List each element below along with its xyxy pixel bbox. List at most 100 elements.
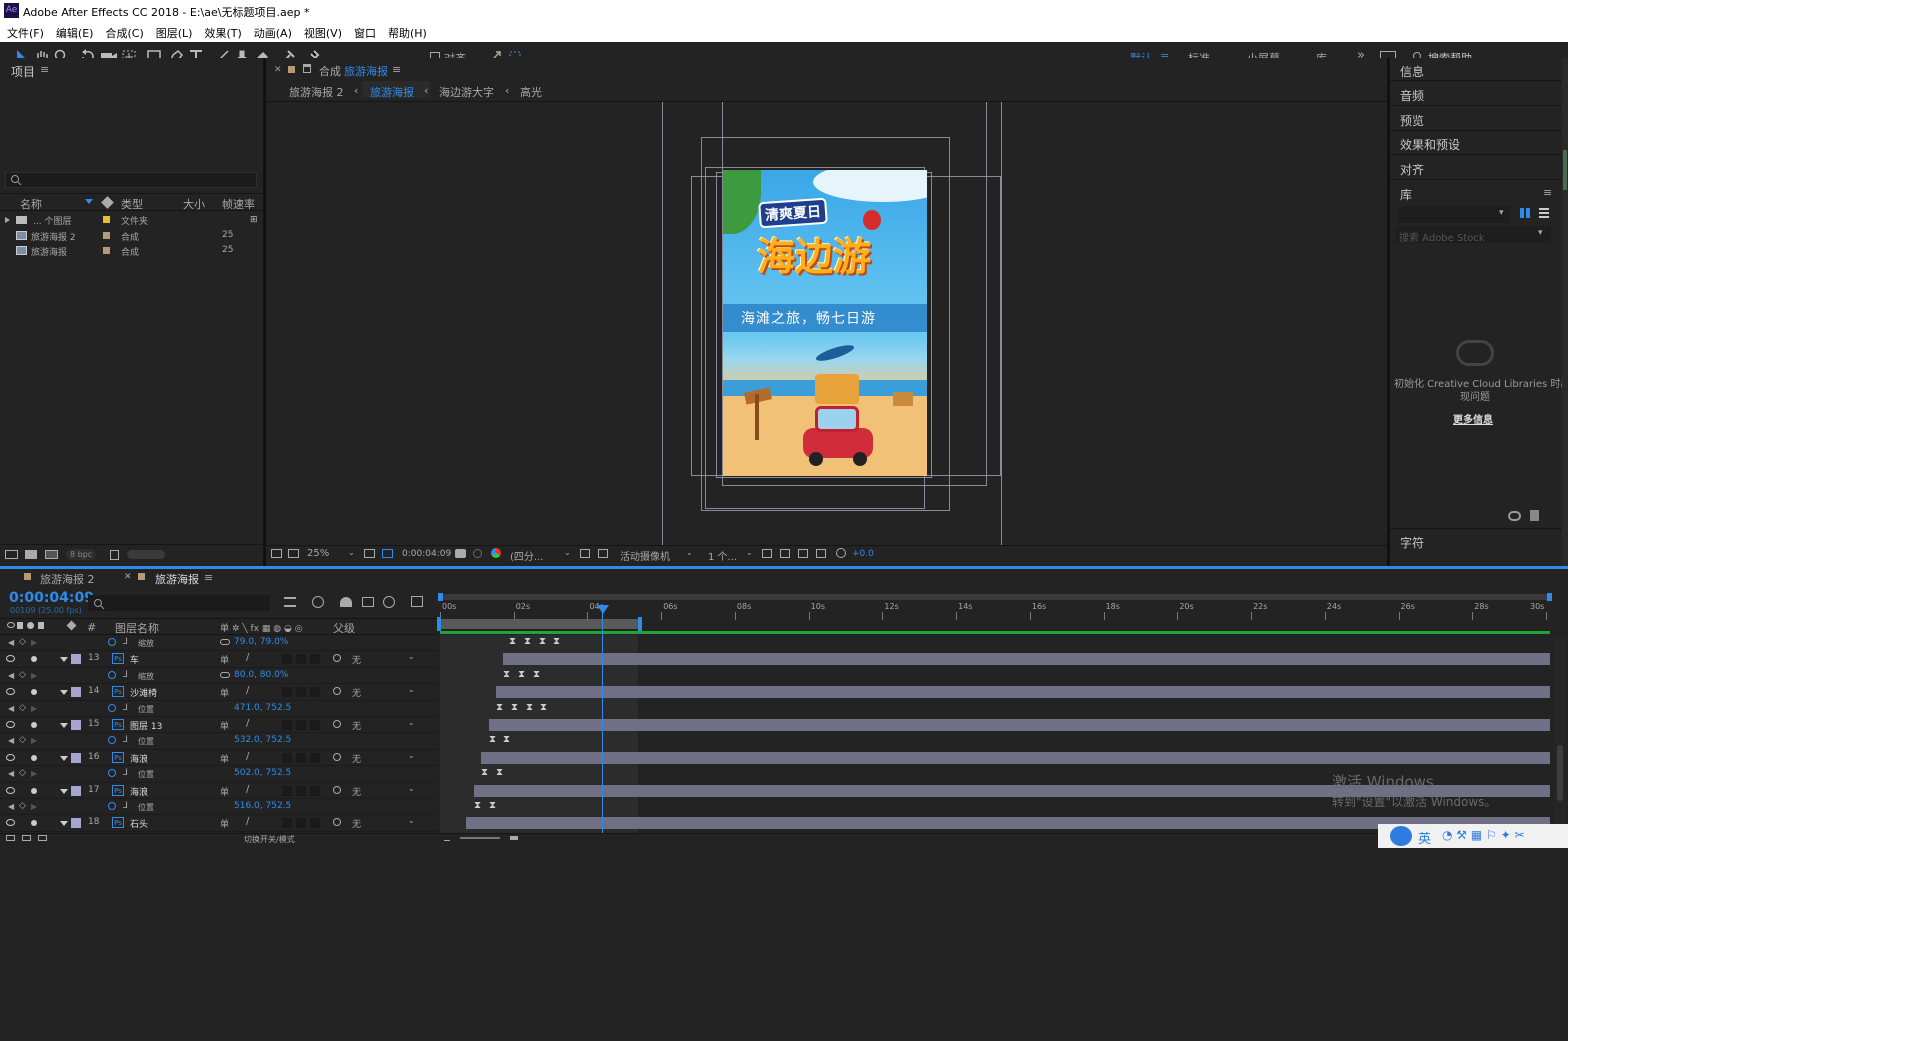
- expand-arrow-icon[interactable]: [60, 821, 68, 827]
- timeline-tab[interactable]: 旅游海报 2: [40, 571, 95, 587]
- layer-name[interactable]: 海浪: [130, 785, 148, 798]
- panel-menu-icon[interactable]: ≡: [392, 63, 401, 76]
- col-size[interactable]: 大小: [183, 196, 205, 212]
- layer-duration-bar[interactable]: [489, 719, 1550, 731]
- menu-help[interactable]: 帮助(H): [388, 25, 427, 41]
- render-range-start[interactable]: [437, 617, 441, 631]
- pickwhip-icon[interactable]: [333, 654, 341, 663]
- switch-cell[interactable]: [310, 752, 320, 763]
- graph-icon[interactable]: ⅃: [123, 801, 128, 811]
- region-of-interest-icon[interactable]: [580, 549, 590, 558]
- switch-cell[interactable]: [282, 818, 292, 829]
- expand-arrow-icon[interactable]: [60, 723, 68, 728]
- keyframe-nav-next-icon[interactable]: ▶: [31, 704, 37, 713]
- panel-character[interactable]: 字符: [1400, 534, 1424, 551]
- property-row[interactable]: ◀ ◇ ▶ ⅃ 位置 471.0, 752.5: [0, 701, 437, 717]
- always-preview-icon[interactable]: [271, 549, 282, 558]
- switch-cell[interactable]: [282, 785, 292, 796]
- exposure-value[interactable]: +0.0: [852, 549, 874, 559]
- switch-cell[interactable]: [296, 785, 306, 796]
- layer-name[interactable]: 海浪: [130, 752, 148, 765]
- keyframe-icon[interactable]: ⧗: [496, 767, 503, 778]
- close-tab-icon[interactable]: ✕: [124, 572, 132, 582]
- panel-preview[interactable]: 预览: [1400, 112, 1424, 129]
- snapshot-icon[interactable]: [455, 549, 466, 558]
- keyframe-nav-next-icon[interactable]: ▶: [31, 736, 37, 745]
- keyframe-icon[interactable]: ⧗: [474, 800, 481, 811]
- property-value[interactable]: 79.0, 79.0%: [234, 637, 288, 647]
- timeline-icon[interactable]: [798, 549, 808, 558]
- lock-icon[interactable]: [303, 64, 311, 73]
- keyframe-nav-next-icon[interactable]: ▶: [31, 638, 37, 647]
- expand-arrow-icon[interactable]: [60, 690, 68, 696]
- layer-row[interactable]: 16 Ps 海浪单 / 无 ⌄: [0, 750, 437, 767]
- stopwatch-icon[interactable]: [108, 670, 116, 679]
- shy-switch[interactable]: 单: [220, 817, 229, 830]
- layer-track[interactable]: ⧗ ⧗ ⧗: [440, 668, 1550, 684]
- keyframe-nav-next-icon[interactable]: ▶: [31, 671, 37, 680]
- camera-dropdown[interactable]: 活动摄像机: [620, 548, 670, 563]
- keyframe-icon[interactable]: ⧗: [503, 669, 510, 680]
- viewer-timecode[interactable]: 0:00:04:09: [402, 549, 451, 559]
- panel-menu-icon[interactable]: ≡: [204, 571, 213, 584]
- project-item[interactable]: 旅游海报 2 合成 25: [0, 228, 263, 244]
- stopwatch-icon[interactable]: [108, 703, 116, 712]
- graph-icon[interactable]: ⅃: [123, 703, 128, 713]
- resolution-dropdown[interactable]: (四分...: [510, 548, 543, 563]
- keyframe-icon[interactable]: ⧗: [503, 734, 510, 745]
- pickwhip-icon[interactable]: [333, 720, 341, 728]
- playhead-handle[interactable]: [597, 605, 609, 614]
- quality-switch[interactable]: /: [246, 816, 249, 827]
- switch-mode-toggle[interactable]: 切换开关/模式: [244, 834, 295, 845]
- work-area-bar[interactable]: [440, 594, 1550, 600]
- switch-cell[interactable]: [310, 720, 320, 730]
- shy-layers-icon[interactable]: [340, 597, 352, 607]
- col-type[interactable]: 类型: [121, 196, 143, 212]
- layer-track[interactable]: [440, 684, 1550, 700]
- render-range-end[interactable]: [638, 617, 642, 631]
- switch-cell[interactable]: [310, 818, 320, 829]
- comp-tab-name[interactable]: 旅游海报: [344, 63, 388, 79]
- switch-cell[interactable]: [282, 687, 292, 698]
- layer-search-input[interactable]: [88, 595, 270, 611]
- ime-language[interactable]: 英: [1418, 828, 1431, 847]
- switch-cell[interactable]: [310, 687, 320, 698]
- pickwhip-icon[interactable]: [333, 752, 341, 761]
- layer-row[interactable]: 17 Ps 海浪单 / 无 ⌄: [0, 783, 437, 799]
- keyframe-icon[interactable]: ⧗: [518, 669, 525, 680]
- layer-row[interactable]: 15 Ps 图层 13 单 / 无 ⌄: [0, 717, 437, 734]
- comp-flowchart-icon[interactable]: [6, 835, 15, 841]
- work-area-end[interactable]: [1547, 593, 1552, 601]
- zoom-slider[interactable]: [460, 837, 500, 839]
- fast-previews-icon[interactable]: [780, 549, 790, 558]
- zoom-dropdown[interactable]: 25%: [307, 548, 329, 559]
- keyframe-add-icon[interactable]: ◇: [19, 703, 26, 713]
- menu-window[interactable]: 窗口: [354, 25, 376, 41]
- solo-dot-icon[interactable]: [31, 722, 37, 728]
- timeline-tab-active[interactable]: 旅游海报: [155, 571, 199, 587]
- layer-row[interactable]: 18 Ps 石头单 / 无 ⌄: [0, 815, 437, 832]
- bpc-button[interactable]: 8 bpc: [66, 549, 97, 560]
- label-swatch[interactable]: [71, 818, 81, 829]
- graph-icon[interactable]: ⅃: [123, 637, 128, 647]
- graph-editor-icon[interactable]: [411, 596, 423, 607]
- keyframe-icon[interactable]: ⧗: [511, 702, 518, 713]
- constrain-proportions-icon[interactable]: [220, 639, 230, 645]
- stopwatch-icon[interactable]: [108, 802, 116, 810]
- switch-cell[interactable]: [282, 752, 292, 763]
- keyframe-nav-next-icon[interactable]: ▶: [31, 769, 37, 778]
- switch-cell[interactable]: [282, 720, 292, 730]
- zoom-in-icon[interactable]: [510, 834, 518, 840]
- panel-align[interactable]: 对齐: [1400, 161, 1424, 178]
- fit-icon[interactable]: [364, 549, 375, 558]
- breadcrumb-item[interactable]: 旅游海报: [370, 84, 414, 100]
- stopwatch-icon[interactable]: [108, 638, 116, 646]
- panel-menu-icon[interactable]: ≡: [1543, 186, 1552, 199]
- property-row[interactable]: ◀ ◇ ▶ ⅃ 位置 502.0, 752.5: [0, 766, 437, 783]
- col-layer-name[interactable]: 图层名称: [115, 620, 159, 636]
- graph-icon[interactable]: ⅃: [123, 670, 128, 680]
- keyframe-icon[interactable]: ⧗: [489, 734, 496, 745]
- switches-toggle-icon[interactable]: [22, 835, 31, 841]
- layer-track[interactable]: [440, 717, 1550, 733]
- new-folder-icon[interactable]: [25, 550, 37, 559]
